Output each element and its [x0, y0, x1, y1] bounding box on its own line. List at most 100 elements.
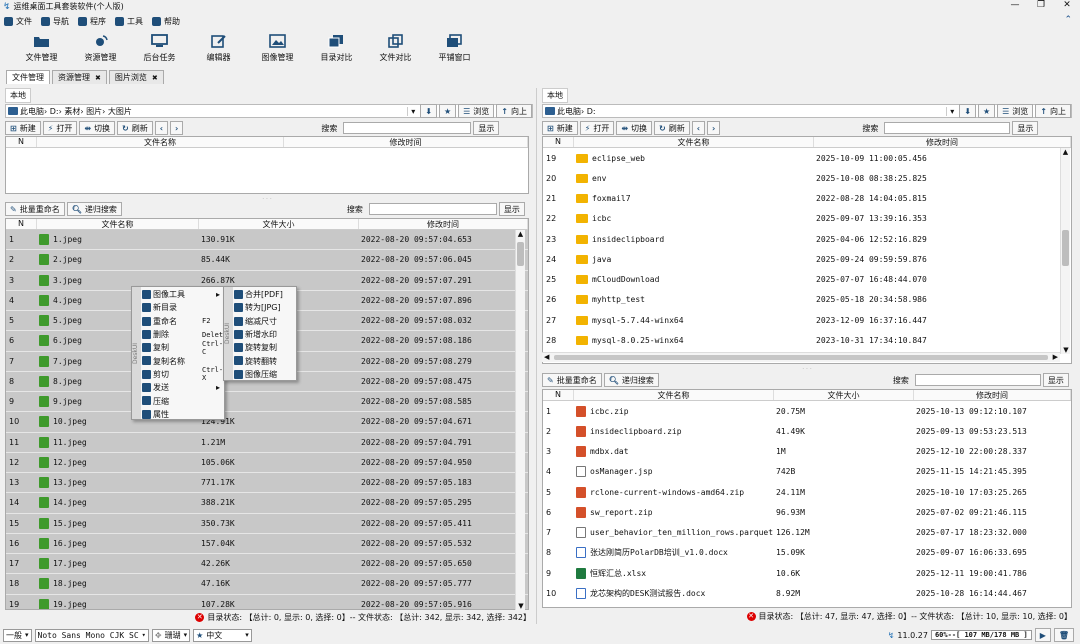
table-row[interactable]: 19 19.jpeg 107.28K 2022-08-20 09:57:05.916 — [6, 594, 528, 609]
language-select[interactable]: ★ 中文 ▾ — [193, 628, 252, 642]
file-scrollbar[interactable]: ▲ ▼ — [515, 230, 525, 610]
file-search-input[interactable] — [368, 203, 497, 215]
table-row[interactable]: 22 icbc 2025-09-07 13:39:16.353 — [543, 209, 1071, 229]
tab-2[interactable]: 图片浏览 ✖ — [108, 70, 164, 84]
close-tab-icon[interactable]: ✖ — [95, 74, 101, 82]
table-row[interactable]: 18 18.jpeg 47.16K 2022-08-20 09:57:05.777 — [6, 574, 528, 595]
table-row[interactable]: 25 mCloudDownload 2025-07-07 16:48:44.070 — [543, 270, 1071, 290]
table-row[interactable]: 4 osManager.jsp 742B 2025-11-15 14:21:45.39… — [543, 462, 1071, 482]
context-menu-item-9[interactable]: 属性 — [139, 408, 224, 421]
collapse-icon[interactable]: ⌃ — [1064, 15, 1072, 25]
table-row[interactable]: 12 12.jpeg 105.06K 2022-08-20 09:57:04.950 — [6, 452, 528, 473]
switch-button[interactable]: ⇹ 切换 — [79, 121, 116, 135]
favorite-button[interactable]: ★ — [438, 104, 457, 118]
table-row[interactable]: 20 env 2025-10-08 08:38:25.825 — [543, 168, 1071, 188]
minimize-button[interactable]: — — [1002, 0, 1028, 10]
open-button[interactable]: ⚡ 打开 — [42, 121, 78, 135]
table-row[interactable]: 19 eclipse_web 2025-10-09 11:00:05.456 — [543, 148, 1071, 168]
table-row[interactable]: 2 insideclipboard.zip 41.49K 2025-09-13 09:… — [543, 421, 1071, 441]
up-button[interactable]: ↑ 向上 — [496, 104, 532, 118]
toolbar-button-4[interactable]: 图像管理 — [248, 30, 307, 68]
table-row[interactable]: 9 9.jpeg 2022-08-20 09:57:08.585 — [6, 392, 528, 413]
new-button[interactable]: ⊞ 新建 — [542, 121, 578, 135]
table-row[interactable]: 28 mysql-8.0.25-winx64 2023-10-31 17:34:10… — [543, 330, 1071, 350]
submenu-item-0[interactable]: 合并[PDF] — [231, 288, 296, 301]
table-row[interactable]: 3 mdbx.dat 1M 2025-12-10 22:00:28.337 — [543, 442, 1071, 462]
toolbar-button-2[interactable]: 后台任务 — [130, 30, 189, 68]
table-row[interactable]: 21 foxmail7 2022-08-28 14:04:05.815 — [543, 189, 1071, 209]
path-dropdown[interactable]: ▾ — [946, 106, 957, 116]
table-row[interactable]: 17 17.jpeg 42.26K 2022-08-20 09:57:05.650 — [6, 554, 528, 575]
table-row[interactable]: 1 icbc.zip 20.75M 2025-10-13 09:12:10.107 — [543, 401, 1071, 421]
table-row[interactable]: 2 2.jpeg 85.44K 2022-08-20 09:57:06.045 — [6, 250, 528, 271]
table-row[interactable]: 1 1.jpeg 130.91K 2022-08-20 09:57:04.653 — [6, 230, 528, 251]
dir-search-input[interactable] — [343, 122, 472, 134]
context-menu-item-0[interactable]: 图像工具 ▸ — [139, 288, 224, 301]
table-row[interactable]: 9 恒辉汇总.xlsx 10.6K 2025-12-11 19:00:41.786 — [543, 563, 1071, 583]
table-row[interactable]: 10 龙芯架构的DESK测试报告.docx 8.92M 2025-10-28 16:1… — [543, 583, 1071, 603]
context-menu-item-8[interactable]: 压缩 — [139, 394, 224, 407]
open-button[interactable]: ⚡ 打开 — [579, 121, 615, 135]
pane-divider[interactable] — [536, 88, 539, 624]
submenu-item-5[interactable]: 旋转翻转 — [231, 354, 296, 367]
new-button[interactable]: ⊞ 新建 — [5, 121, 41, 135]
recursive-search-button[interactable]: 🔍︎ 递归搜索 — [66, 202, 122, 216]
menu-item-2[interactable]: 程序 — [78, 16, 106, 27]
menu-item-4[interactable]: 帮助 — [152, 16, 180, 27]
theme-select[interactable]: ✥ 珊瑚 ▾ — [151, 628, 191, 642]
toolbar-button-7[interactable]: 平铺窗口 — [425, 30, 484, 68]
context-menu-item-1[interactable]: 新目录 — [139, 301, 224, 314]
download-button[interactable]: ⬇ — [959, 104, 976, 118]
table-row[interactable]: 5 rclone-current-windows-amd64.zip 24.11M 2… — [543, 482, 1071, 502]
tab-1[interactable]: 资源管理 ✖ — [52, 70, 107, 84]
tab-0[interactable]: 文件管理 — [6, 70, 50, 84]
back-button[interactable]: ‹ — [154, 121, 169, 135]
recursive-search-button[interactable]: 🔍︎ 递归搜索 — [603, 373, 659, 387]
browse-button[interactable]: ☰ 浏览 — [458, 104, 495, 118]
location-tab[interactable]: 本地 — [542, 88, 568, 103]
toolbar-button-3[interactable]: 编辑器 — [189, 30, 248, 68]
dir-search-input[interactable] — [884, 122, 1011, 134]
show-button[interactable]: 显示 — [498, 202, 525, 216]
font-select[interactable]: Noto Sans Mono CJK SC ▾ — [34, 628, 149, 642]
context-menu-item-4[interactable]: 复制 Ctrl-C — [139, 340, 224, 356]
table-row[interactable]: 23 insideclipboard 2025-04-06 12:52:16.829 — [543, 229, 1071, 249]
show-button[interactable]: 显示 — [1012, 121, 1039, 135]
submenu-item-3[interactable]: 新增水印 — [231, 328, 296, 341]
table-row[interactable]: 14 14.jpeg 388.21K 2022-08-20 09:57:05.295 — [6, 493, 528, 514]
toolbar-button-1[interactable]: 资源管理 — [71, 30, 130, 68]
back-button[interactable]: ‹ — [691, 121, 706, 135]
submenu-item-2[interactable]: 缩减尺寸 — [231, 315, 296, 328]
maximize-button[interactable]: ❐ — [1028, 0, 1054, 10]
location-tab[interactable]: 本地 — [5, 88, 31, 103]
dir-scrollbar[interactable]: ▲ ▼ — [1060, 148, 1070, 354]
forward-button[interactable]: › — [707, 121, 721, 135]
menu-item-1[interactable]: 导航 — [41, 16, 69, 27]
splitter[interactable]: · · · — [5, 196, 529, 203]
context-menu-item-7[interactable]: 发送 ▸ — [139, 381, 224, 394]
browse-button[interactable]: ☰ 浏览 — [997, 104, 1034, 118]
trash-button[interactable]: 🗑︎ — [1053, 628, 1074, 642]
up-button[interactable]: ↑ 向上 — [1035, 104, 1071, 118]
menu-item-0[interactable]: 文件 — [4, 16, 32, 27]
path-text[interactable]: 此电脑› D:› 素材› 图片› 大图片 — [20, 106, 405, 117]
submenu-item-1[interactable]: 转为[JPG] — [231, 301, 296, 314]
table-row[interactable]: 24 java 2025-09-24 09:59:59.876 — [543, 249, 1071, 269]
run-button[interactable]: ▶ — [1034, 628, 1051, 642]
submenu-item-6[interactable]: 图像压缩 — [231, 368, 296, 381]
context-menu-item-6[interactable]: 剪切 Ctrl-X — [139, 366, 224, 382]
close-button[interactable]: ✕ — [1054, 0, 1080, 10]
path-dropdown[interactable]: ▾ — [407, 106, 418, 116]
table-row[interactable]: 26 myhttp_test 2025-05-18 20:34:58.986 — [543, 290, 1071, 310]
table-row[interactable]: 10 10.jpeg 124.91K 2022-08-20 09:57:04.671 — [6, 412, 528, 433]
toolbar-button-0[interactable]: 文件管理 — [12, 30, 71, 68]
file-search-input[interactable] — [914, 374, 1041, 386]
table-row[interactable]: 16 16.jpeg 157.04K 2022-08-20 09:57:05.532 — [6, 533, 528, 554]
download-button[interactable]: ⬇ — [420, 104, 437, 118]
toolbar-button-5[interactable]: 目录对比 — [307, 30, 366, 68]
show-button[interactable]: 显示 — [473, 121, 500, 135]
refresh-button[interactable]: ↻ 刷新 — [654, 121, 690, 135]
table-row[interactable]: 15 15.jpeg 350.73K 2022-08-20 09:57:05.411 — [6, 513, 528, 534]
refresh-button[interactable]: ↻ 刷新 — [117, 121, 153, 135]
table-row[interactable]: 27 mysql-5.7.44-winx64 2023-12-09 16:37:16… — [543, 310, 1071, 330]
